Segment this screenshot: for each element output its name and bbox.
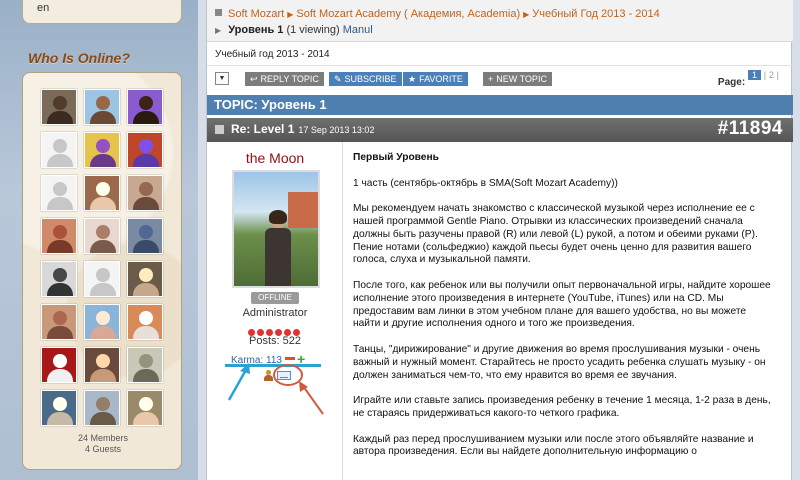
online-user-avatar[interactable] (127, 132, 163, 168)
post-title-wrap: Re: Level 1 17 Sep 2013 13:02 (231, 122, 374, 136)
breadcrumb-link-year[interactable]: Учебный Год 2013 - 2014 (532, 8, 659, 20)
online-user-avatar[interactable] (127, 261, 163, 297)
new-topic-button[interactable]: + NEW TOPIC (483, 72, 552, 86)
sidebar: en Who Is Online? 24 Members 4 Guests (0, 0, 198, 480)
who-is-online-title: Who Is Online? (28, 50, 130, 66)
post-heading: Первый Уровень (353, 152, 439, 163)
breadcrumb-link-home[interactable]: Soft Mozart (228, 8, 284, 20)
online-user-avatar[interactable] (127, 89, 163, 125)
toolbar-dropdown-button[interactable]: ▼ (215, 72, 229, 85)
online-user-avatar[interactable] (127, 304, 163, 340)
post-paragraph: После того, как ребенок или вы получили … (353, 279, 771, 330)
members-count: 24 Members (77, 433, 129, 443)
viewing-count: (1 viewing) (286, 24, 340, 36)
breadcrumb-arrow-icon: ▶ (523, 10, 530, 19)
favorite-button[interactable]: ★ FAVORITE (403, 72, 468, 86)
post-number-link[interactable]: #11894 (718, 118, 783, 140)
reply-arrow-icon: ↩ (250, 74, 258, 84)
language-selector[interactable]: en (22, 0, 182, 24)
breadcrumb-arrow-icon: ▶ (287, 10, 294, 19)
page-current[interactable]: 1 (747, 70, 761, 80)
online-user-avatar[interactable] (127, 390, 163, 426)
online-user-avatar[interactable] (84, 132, 120, 168)
current-topic-line: ▶ Уровень 1 (1 viewing) Manul (215, 24, 373, 36)
favorite-label: FAVORITE (419, 74, 463, 84)
online-user-avatar[interactable] (41, 261, 77, 297)
online-user-avatar[interactable] (84, 89, 120, 125)
post-title: Re: Level 1 (231, 122, 295, 136)
online-user-avatar[interactable] (127, 218, 163, 254)
post-paragraph: Играйте или ставьте запись произведения … (353, 395, 771, 419)
page-label: Page: (717, 77, 746, 88)
current-topic-title: Уровень 1 (228, 24, 284, 36)
online-user-avatar[interactable] (41, 304, 77, 340)
default-avatar-icon[interactable] (84, 261, 120, 297)
post-body: Первый Уровень 1 часть (сентябрь-октябрь … (353, 152, 773, 480)
online-users-panel: 24 Members 4 Guests (22, 72, 182, 470)
page-link-2[interactable]: 2 (769, 70, 774, 80)
reply-topic-button[interactable]: ↩ REPLY TOPIC (245, 72, 324, 86)
online-user-avatar[interactable] (84, 175, 120, 211)
post-paragraph: Танцы, "дирижирование" и другие движения… (353, 343, 766, 381)
current-arrow-icon: ▶ (215, 26, 222, 35)
online-avatars-grid (41, 89, 163, 426)
pagination: Page: 1 | 2 | (718, 70, 779, 88)
breadcrumb-square-icon (215, 9, 222, 16)
online-user-avatar[interactable] (41, 347, 77, 383)
breadcrumb-path: Soft Mozart ▶ Soft Mozart Academy ( Академ… (215, 8, 660, 20)
default-avatar-icon[interactable] (41, 175, 77, 211)
page-separator: | (776, 70, 779, 80)
guests-count: 4 Guests (84, 444, 122, 454)
star-icon: ★ (408, 74, 417, 84)
plus-icon: + (488, 74, 494, 84)
category-label: Учебный год 2013 - 2014 (207, 46, 793, 66)
online-user-avatar[interactable] (84, 218, 120, 254)
post-date: 17 Sep 2013 13:02 (298, 125, 375, 135)
post-square-icon (215, 125, 224, 134)
breadcrumb: Soft Mozart ▶ Soft Mozart Academy ( Академ… (207, 0, 793, 42)
page-separator: | (763, 70, 767, 80)
online-user-avatar[interactable] (127, 175, 163, 211)
online-user-avatar[interactable] (41, 218, 77, 254)
post-paragraph: 1 часть (сентябрь-октябрь в SMA(Soft Moz… (353, 177, 618, 189)
subscribe-button[interactable]: ✎ SUBSCRIBE (329, 72, 402, 86)
post-header: Re: Level 1 17 Sep 2013 13:02 #11894 (207, 118, 793, 142)
topic-toolbar: ▼ ↩ REPLY TOPIC ✎ SUBSCRIBE ★ FAVORITE + NEW… (207, 70, 793, 88)
default-avatar-icon[interactable] (41, 132, 77, 168)
online-user-avatar[interactable] (84, 347, 120, 383)
post-paragraph: Каждый раз перед прослушиванием музыки и… (353, 433, 754, 458)
online-stats: 24 Members 4 Guests (23, 433, 183, 455)
language-label: en (37, 2, 50, 14)
reply-topic-label: REPLY TOPIC (260, 74, 319, 84)
new-topic-label: NEW TOPIC (496, 74, 547, 84)
online-user-avatar[interactable] (41, 89, 77, 125)
post-author-panel: the Moon OFFLINE Administrator Posts: 52… (207, 142, 343, 480)
forum-main: Soft Mozart ▶ Soft Mozart Academy ( Академ… (206, 0, 793, 480)
subscribe-label: SUBSCRIBE (344, 74, 397, 84)
post-paragraph: Мы рекомендуем начать знакомство с класс… (353, 203, 758, 266)
breadcrumb-link-academy[interactable]: Soft Mozart Academy ( Академия, Academia… (296, 8, 520, 20)
subscribe-icon: ✎ (334, 74, 342, 84)
online-user-avatar[interactable] (127, 347, 163, 383)
viewer-link[interactable]: Manul (343, 24, 373, 36)
topic-title-bar: TOPIC: Уровень 1 (207, 95, 793, 115)
online-user-avatar[interactable] (41, 390, 77, 426)
annotation-arrows (227, 363, 324, 415)
online-user-avatar[interactable] (84, 390, 120, 426)
online-user-avatar[interactable] (84, 304, 120, 340)
